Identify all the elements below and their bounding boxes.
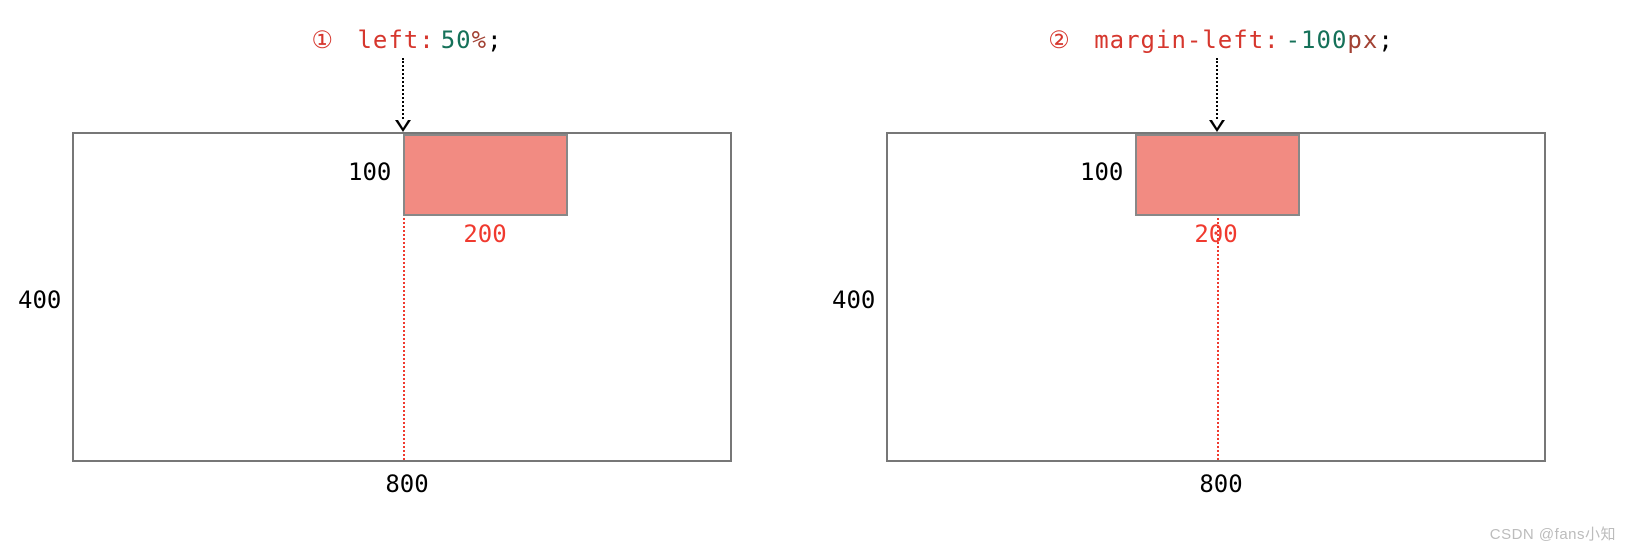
header-label: ① left:50%; [0, 26, 814, 54]
inner-width-label: 200 [420, 220, 550, 248]
step-badge: ① [311, 26, 334, 54]
inner-height-label: 100 [348, 158, 391, 186]
css-property: margin-left [1094, 26, 1264, 54]
arrow-head-icon [395, 120, 411, 132]
arrow-head-icon [1209, 120, 1225, 132]
css-value-number: 50 [441, 26, 472, 54]
step-badge: ② [1048, 26, 1071, 54]
arrow-down-icon [402, 58, 404, 122]
outer-height-label: 400 [18, 286, 61, 314]
inner-height-label: 100 [1080, 158, 1123, 186]
css-value-unit: % [472, 26, 487, 54]
outer-width-label: 800 [814, 470, 1628, 498]
inner-box [1135, 134, 1300, 216]
semicolon: ; [1378, 26, 1393, 54]
outer-container [886, 132, 1546, 462]
colon: : [419, 26, 434, 54]
colon: : [1264, 26, 1279, 54]
arrow-down-icon [1216, 58, 1218, 122]
outer-width-label: 800 [0, 470, 814, 498]
outer-height-label: 400 [832, 286, 875, 314]
watermark: CSDN @fans小知 [1490, 523, 1616, 544]
inner-width-label: 200 [1151, 220, 1281, 248]
header-label: ② margin-left:-100px; [814, 26, 1628, 54]
inner-box [403, 134, 568, 216]
css-value-unit: px [1347, 26, 1378, 54]
diagram-step-2: ② margin-left:-100px; 400 800 100 200 [814, 0, 1628, 550]
css-property: left [357, 26, 419, 54]
diagram-step-1: ① left:50%; 400 800 100 200 [0, 0, 814, 550]
css-value-number: -100 [1286, 26, 1348, 54]
semicolon: ; [487, 26, 502, 54]
outer-container [72, 132, 732, 462]
